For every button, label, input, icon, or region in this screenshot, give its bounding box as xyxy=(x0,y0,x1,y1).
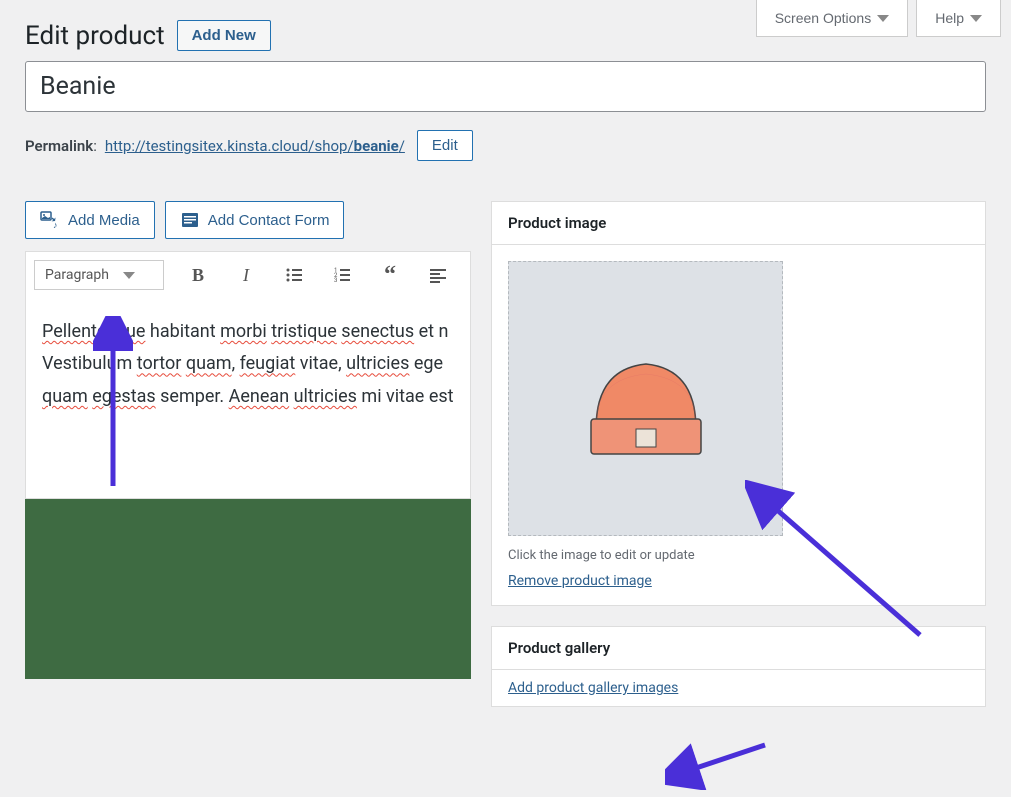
quote-button[interactable]: “ xyxy=(376,261,404,289)
product-image-panel: Product image Click the image to edit or… xyxy=(491,201,986,606)
svg-text:3: 3 xyxy=(334,277,337,284)
add-contact-form-label: Add Contact Form xyxy=(208,212,330,229)
green-block xyxy=(25,499,471,679)
help-button[interactable]: Help xyxy=(916,0,1001,37)
form-icon xyxy=(180,210,200,230)
page-title: Edit product xyxy=(25,21,165,51)
screen-options-button[interactable]: Screen Options xyxy=(756,0,909,37)
product-gallery-heading: Product gallery xyxy=(492,627,985,670)
permalink-row: Permalink: http://testingsitex.kinsta.cl… xyxy=(25,130,986,161)
caret-down-icon xyxy=(123,272,135,279)
image-hint-text: Click the image to edit or update xyxy=(508,548,969,563)
align-left-button[interactable] xyxy=(424,261,452,289)
remove-product-image-link[interactable]: Remove product image xyxy=(508,573,652,589)
add-new-button[interactable]: Add New xyxy=(177,20,271,51)
caret-down-icon xyxy=(877,15,889,22)
caret-down-icon xyxy=(970,15,982,22)
permalink-label: Permalink: xyxy=(25,137,97,155)
italic-button[interactable]: I xyxy=(232,261,260,289)
media-icon: ♪ xyxy=(40,210,60,230)
format-select[interactable]: Paragraph xyxy=(34,260,164,290)
help-label: Help xyxy=(935,10,964,26)
add-media-button[interactable]: ♪ Add Media xyxy=(25,201,155,239)
product-gallery-panel: Product gallery Add product gallery imag… xyxy=(491,626,986,707)
svg-text:♪: ♪ xyxy=(53,220,58,230)
screen-options-label: Screen Options xyxy=(775,10,872,26)
permalink-link[interactable]: http://testingsitex.kinsta.cloud/shop/be… xyxy=(105,137,405,155)
product-title-input[interactable] xyxy=(25,61,986,112)
numbered-list-button[interactable]: 123 xyxy=(328,261,356,289)
beanie-icon xyxy=(566,319,726,479)
bold-button[interactable]: B xyxy=(184,261,212,289)
editor-box: Paragraph B I 123 “ xyxy=(25,251,471,499)
product-image-thumbnail[interactable] xyxy=(508,261,783,536)
editor-toolbar: Paragraph B I 123 “ xyxy=(26,252,470,298)
product-image-heading: Product image xyxy=(492,202,985,245)
add-gallery-images-link[interactable]: Add product gallery images xyxy=(508,680,678,696)
editor-content[interactable]: Pellentesque habitant morbi tristique se… xyxy=(26,298,470,498)
edit-permalink-button[interactable]: Edit xyxy=(417,130,473,161)
add-contact-form-button[interactable]: Add Contact Form xyxy=(165,201,345,239)
bullet-list-button[interactable] xyxy=(280,261,308,289)
add-media-label: Add Media xyxy=(68,212,140,229)
annotation-arrow xyxy=(665,740,775,790)
